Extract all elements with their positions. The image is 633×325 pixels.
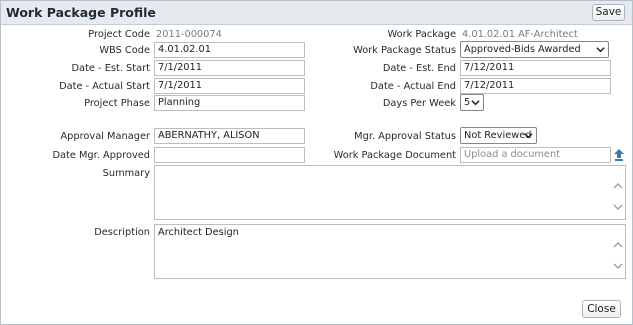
upload-arrow-icon[interactable] — [614, 149, 624, 161]
summary-label: Summary — [102, 168, 150, 179]
est-start-input[interactable]: 7/1/2011 — [154, 60, 305, 76]
save-button[interactable]: Save — [592, 4, 625, 21]
date-mgr-approved-input[interactable] — [154, 147, 305, 163]
project-code-label: Project Code — [88, 29, 150, 40]
window-title: Work Package Profile — [6, 5, 156, 20]
est-start-label: Date - Est. Start — [71, 63, 150, 74]
actual-start-label: Date - Actual Start — [59, 81, 150, 92]
days-per-week-select[interactable]: 5 — [460, 94, 484, 111]
wbs-code-label: WBS Code — [99, 45, 150, 56]
scroll-down-icon[interactable] — [613, 203, 623, 211]
project-phase-input[interactable]: Planning — [154, 95, 305, 111]
approval-manager-input[interactable]: ABERNATHY, ALISON — [154, 128, 305, 144]
wp-document-label: Work Package Document — [333, 150, 456, 161]
description-label: Description — [94, 227, 150, 238]
wp-status-select[interactable]: Approved-Bids Awarded — [460, 41, 609, 58]
mgr-approval-status-select[interactable]: Not Reviewed — [460, 127, 537, 144]
title-bar: Work Package Profile Save — [1, 1, 632, 25]
est-end-input[interactable]: 7/12/2011 — [460, 60, 611, 76]
days-per-week-value: 5 — [464, 97, 471, 108]
description-text: Architect Design — [158, 227, 239, 238]
scroll-up-icon[interactable] — [613, 241, 623, 249]
wbs-code-input[interactable]: 4.01.02.01 — [154, 42, 305, 58]
chevron-down-icon — [596, 47, 605, 53]
scroll-down-icon[interactable] — [613, 262, 623, 270]
close-button[interactable]: Close — [582, 300, 621, 318]
date-mgr-approved-label: Date Mgr. Approved — [52, 150, 150, 161]
est-end-label: Date - Est. End — [382, 63, 456, 74]
project-phase-label: Project Phase — [84, 98, 150, 109]
wp-document-input[interactable]: Upload a document — [460, 147, 611, 163]
project-code-value: 2011-000074 — [156, 29, 222, 40]
description-textarea[interactable]: Architect Design — [154, 224, 626, 279]
work-package-value: 4.01.02.01 AF-Architect — [462, 29, 578, 40]
actual-end-input[interactable]: 7/12/2011 — [460, 78, 611, 94]
chevron-down-icon — [471, 100, 480, 106]
days-per-week-label: Days Per Week — [382, 98, 456, 109]
actual-start-input[interactable]: 7/1/2011 — [154, 78, 305, 94]
summary-textarea[interactable] — [154, 165, 626, 220]
mgr-approval-status-label: Mgr. Approval Status — [354, 131, 456, 142]
chevron-down-icon — [524, 133, 533, 139]
mgr-approval-status-value: Not Reviewed — [464, 130, 532, 141]
work-package-label: Work Package — [387, 29, 456, 40]
scroll-up-icon[interactable] — [613, 182, 623, 190]
wp-status-label: Work Package Status — [353, 45, 456, 56]
approval-manager-label: Approval Manager — [60, 131, 150, 142]
work-package-profile-window: Work Package Profile Save Project Code 2… — [0, 0, 633, 325]
actual-end-label: Date - Actual End — [370, 81, 456, 92]
wp-status-value: Approved-Bids Awarded — [464, 44, 581, 55]
